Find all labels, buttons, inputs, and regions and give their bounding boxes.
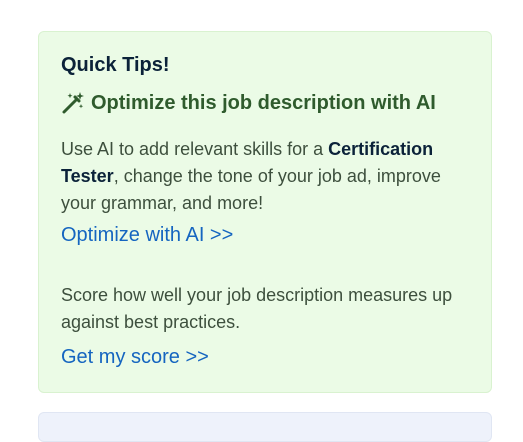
optimize-heading: Optimize this job description with AI bbox=[61, 90, 469, 116]
quick-tips-card: Quick Tips! Optimize this job descriptio… bbox=[38, 31, 492, 393]
ai-description-end: , change the tone of your job ad, improv… bbox=[61, 166, 441, 213]
ai-description-start: Use AI to add relevant skills for a bbox=[61, 139, 329, 159]
optimize-with-ai-link[interactable]: Optimize with AI >> bbox=[61, 222, 233, 248]
optimize-heading-text: Optimize this job description with AI bbox=[91, 92, 436, 114]
ai-description: Use AI to add relevant skills for a Cert… bbox=[61, 136, 469, 217]
next-card-edge bbox=[38, 412, 492, 442]
get-my-score-link[interactable]: Get my score >> bbox=[61, 344, 209, 370]
quick-tips-title: Quick Tips! bbox=[61, 54, 170, 76]
magic-wand-icon bbox=[61, 91, 85, 115]
score-description: Score how well your job description meas… bbox=[61, 285, 453, 332]
